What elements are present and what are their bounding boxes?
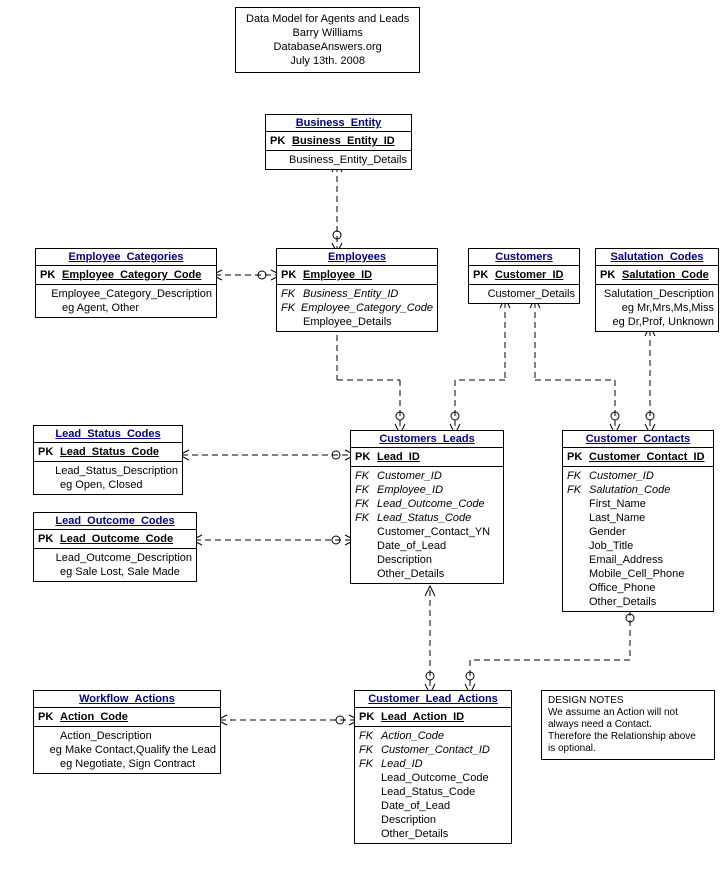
header-line4: July 13th. 2008 <box>246 54 409 68</box>
entity-customer-contacts: Customer_Contacts PKCustomer_Contact_ID … <box>562 430 714 612</box>
entity-title: Lead_Status_Codes <box>34 426 182 443</box>
entity-customers-leads: Customers_Leads PKLead_ID FKCustomer_ID … <box>350 430 504 584</box>
entity-title: Customers <box>469 249 579 266</box>
header-line3: DatabaseAnswers.org <box>246 40 409 54</box>
entity-title: Lead_Outcome_Codes <box>34 513 196 530</box>
entity-title: Customers_Leads <box>351 431 503 448</box>
header-line1: Data Model for Agents and Leads <box>246 12 409 26</box>
entity-title: Customer_Lead_Actions <box>355 691 511 708</box>
entity-lead-status-codes: Lead_Status_Codes PKLead_Status_Code Lea… <box>33 425 183 495</box>
entity-lead-outcome-codes: Lead_Outcome_Codes PKLead_Outcome_Code L… <box>33 512 197 582</box>
note-line: DESIGN NOTES <box>548 695 708 707</box>
entity-customer-lead-actions: Customer_Lead_Actions PKLead_Action_ID F… <box>354 690 512 844</box>
entity-title: Employee_Categories <box>36 249 216 266</box>
entity-employees: Employees PKEmployee_ID FKBusiness_Entit… <box>276 248 438 332</box>
entity-business-entity: Business_Entity PKBusiness_Entity_ID Bus… <box>265 114 412 170</box>
note-line: We assume an Action will not <box>548 707 708 719</box>
entity-title: Customer_Contacts <box>563 431 713 448</box>
note-line: always need a Contact. <box>548 719 708 731</box>
entity-title: Salutation_Codes <box>596 249 718 266</box>
note-line: is optional. <box>548 743 708 755</box>
entity-salutation-codes: Salutation_Codes PKSalutation_Code Salut… <box>595 248 719 332</box>
note-line: Therefore the Relationship above <box>548 731 708 743</box>
header-line2: Barry Williams <box>246 26 409 40</box>
entity-title: Employees <box>277 249 437 266</box>
entity-customers: Customers PKCustomer_ID Customer_Details <box>468 248 580 304</box>
entity-workflow-actions: Workflow_Actions PKAction_Code Action_De… <box>33 690 221 774</box>
entity-title: Business_Entity <box>266 115 411 132</box>
entity-title: Workflow_Actions <box>34 691 220 708</box>
entity-employee-categories: Employee_Categories PKEmployee_Category_… <box>35 248 217 318</box>
design-notes: DESIGN NOTES We assume an Action will no… <box>541 690 715 760</box>
header-infobox: Data Model for Agents and Leads Barry Wi… <box>235 7 420 73</box>
